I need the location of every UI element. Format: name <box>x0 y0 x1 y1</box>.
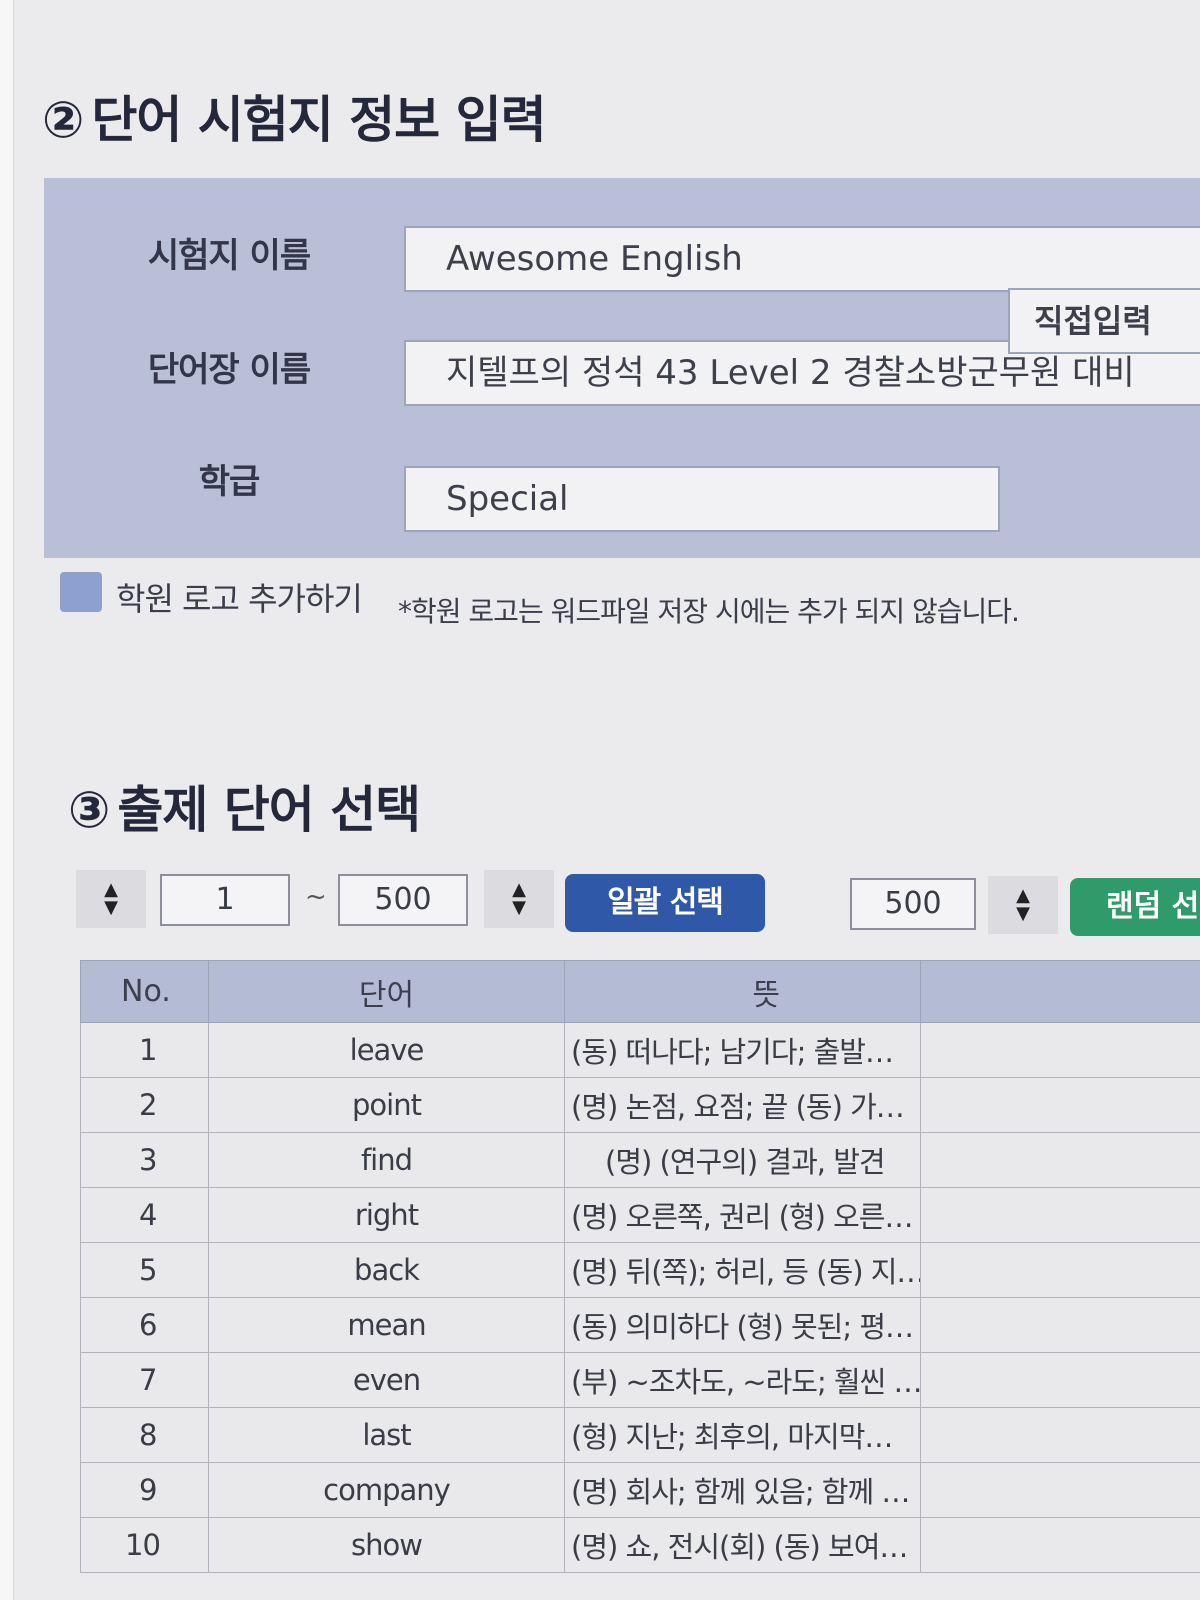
random-count-stepper[interactable]: ▲ ▼ <box>988 876 1058 934</box>
exam-name-label: 시험지 이름 <box>147 236 311 276</box>
table-header-row: No. 단어 뜻 <box>80 960 1200 1023</box>
row-no: 5 <box>80 1242 209 1298</box>
table-row[interactable]: 5 back (명) 뒤(쪽); 허리, 등 (동) 지… <box>80 1242 1200 1298</box>
range-stepper-left[interactable]: ▲ ▼ <box>76 870 146 928</box>
header-no[interactable]: No. <box>80 960 209 1023</box>
range-end-input[interactable]: 500 <box>338 874 468 926</box>
word-table: No. 단어 뜻 1 leave (동) 떠나다; 남기다; 출발… 2 point(… <box>80 960 1200 1573</box>
section-2-number: ② <box>42 91 84 149</box>
exam-name-input[interactable]: Awesome English <box>404 226 1200 292</box>
direct-input-button[interactable]: 직접입력 <box>1008 288 1200 354</box>
header-meaning[interactable]: 뜻 <box>564 960 921 1023</box>
table-row[interactable]: 6 mean (동) 의미하다 (형) 못된; 평… <box>80 1297 1200 1353</box>
row-no: 2 <box>80 1077 209 1133</box>
row-meaning: (형) 지난; 최후의, 마지막… <box>564 1407 921 1463</box>
table-row[interactable]: 10 show (명) 쇼, 전시(회) (동) 보여… <box>80 1517 1200 1573</box>
table-row[interactable]: 4 right (명) 오른쪽, 권리 (형) 오른… <box>80 1187 1200 1243</box>
row-extra <box>920 1462 1200 1518</box>
row-meaning: (명) 쇼, 전시(회) (동) 보여… <box>564 1517 921 1573</box>
range-stepper-right[interactable]: ▲ ▼ <box>484 870 554 928</box>
section-2-title-text: 단어 시험지 정보 입력 <box>91 91 546 149</box>
range-start-input[interactable]: 1 <box>160 874 290 926</box>
row-extra <box>920 1022 1200 1078</box>
row-extra <box>920 1297 1200 1353</box>
add-logo-checkbox[interactable] <box>60 572 102 612</box>
wordbook-name-label: 단어장 이름 <box>147 350 311 390</box>
row-extra <box>920 1517 1200 1573</box>
section-2-title: ② 단어 시험지 정보 입력 <box>42 80 547 152</box>
bulk-select-button[interactable]: 일괄 선택 <box>565 874 765 932</box>
header-word[interactable]: 단어 <box>208 960 565 1023</box>
row-word: mean <box>208 1297 565 1353</box>
row-extra <box>920 1352 1200 1408</box>
table-row[interactable]: 8 last (형) 지난; 최후의, 마지막… <box>80 1407 1200 1463</box>
row-word: right <box>208 1187 565 1243</box>
row-meaning: (부) ~조차도, ~라도; 훨씬 … <box>564 1352 921 1408</box>
arrow-down-icon[interactable]: ▼ <box>1016 905 1030 923</box>
add-logo-label[interactable]: 학원 로고 추가하기 <box>116 574 363 620</box>
row-word: leave <box>208 1022 565 1078</box>
row-extra <box>920 1242 1200 1298</box>
row-no: 4 <box>80 1187 209 1243</box>
row-meaning: (동) 의미하다 (형) 못된; 평… <box>564 1297 921 1353</box>
row-no: 9 <box>80 1462 209 1518</box>
row-word: back <box>208 1242 565 1298</box>
range-tilde: ~ <box>305 882 327 912</box>
table-row[interactable]: 7 even (부) ~조차도, ~라도; 훨씬 … <box>80 1352 1200 1408</box>
row-meaning: (명) 뒤(쪽); 허리, 등 (동) 지… <box>564 1242 921 1298</box>
row-no: 1 <box>80 1022 209 1078</box>
section-3-title-text: 출제 단어 선택 <box>117 781 421 839</box>
random-count-input[interactable]: 500 <box>850 878 976 930</box>
row-extra <box>920 1187 1200 1243</box>
random-select-button[interactable]: 랜덤 선 <box>1070 878 1200 936</box>
row-word: last <box>208 1407 565 1463</box>
logo-note: *학원 로고는 워드파일 저장 시에는 추가 되지 않습니다. <box>398 595 1020 628</box>
row-meaning: (명) 회사; 함께 있음; 함께 … <box>564 1462 921 1518</box>
exam-info-panel: 시험지 이름 Awesome English 단어장 이름 지텔프의 정석 43… <box>44 178 1200 558</box>
arrow-down-icon[interactable]: ▼ <box>512 899 526 917</box>
row-no: 8 <box>80 1407 209 1463</box>
row-word: show <box>208 1517 565 1573</box>
table-row[interactable]: 2 point (명) 논점, 요점; 끝 (동) 가… <box>80 1077 1200 1133</box>
row-word: find <box>208 1132 565 1188</box>
row-no: 3 <box>80 1132 209 1188</box>
row-word: even <box>208 1352 565 1408</box>
table-row[interactable]: 9 company (명) 회사; 함께 있음; 함께 … <box>80 1462 1200 1518</box>
row-extra <box>920 1077 1200 1133</box>
table-row[interactable]: 3 find (명) (연구의) 결과, 발견 <box>80 1132 1200 1188</box>
row-no: 6 <box>80 1297 209 1353</box>
section-3-number: ③ <box>68 781 110 839</box>
left-edge-strip <box>0 0 14 1600</box>
header-extra <box>920 960 1200 1023</box>
row-word: point <box>208 1077 565 1133</box>
row-word: company <box>208 1462 565 1518</box>
arrow-down-icon[interactable]: ▼ <box>104 899 118 917</box>
row-meaning: (명) 논점, 요점; 끝 (동) 가… <box>564 1077 921 1133</box>
table-row[interactable]: 1 leave (동) 떠나다; 남기다; 출발… <box>80 1022 1200 1078</box>
section-3-title: ③ 출제 단어 선택 <box>68 770 421 842</box>
row-extra <box>920 1132 1200 1188</box>
row-extra <box>920 1407 1200 1463</box>
row-meaning: (동) 떠나다; 남기다; 출발… <box>564 1022 921 1078</box>
row-meaning: (명) 오른쪽, 권리 (형) 오른… <box>564 1187 921 1243</box>
grade-input[interactable]: Special <box>404 466 1000 532</box>
grade-label: 학급 <box>198 462 261 502</box>
row-no: 7 <box>80 1352 209 1408</box>
row-meaning: (명) (연구의) 결과, 발견 <box>564 1132 921 1188</box>
row-no: 10 <box>80 1517 209 1573</box>
